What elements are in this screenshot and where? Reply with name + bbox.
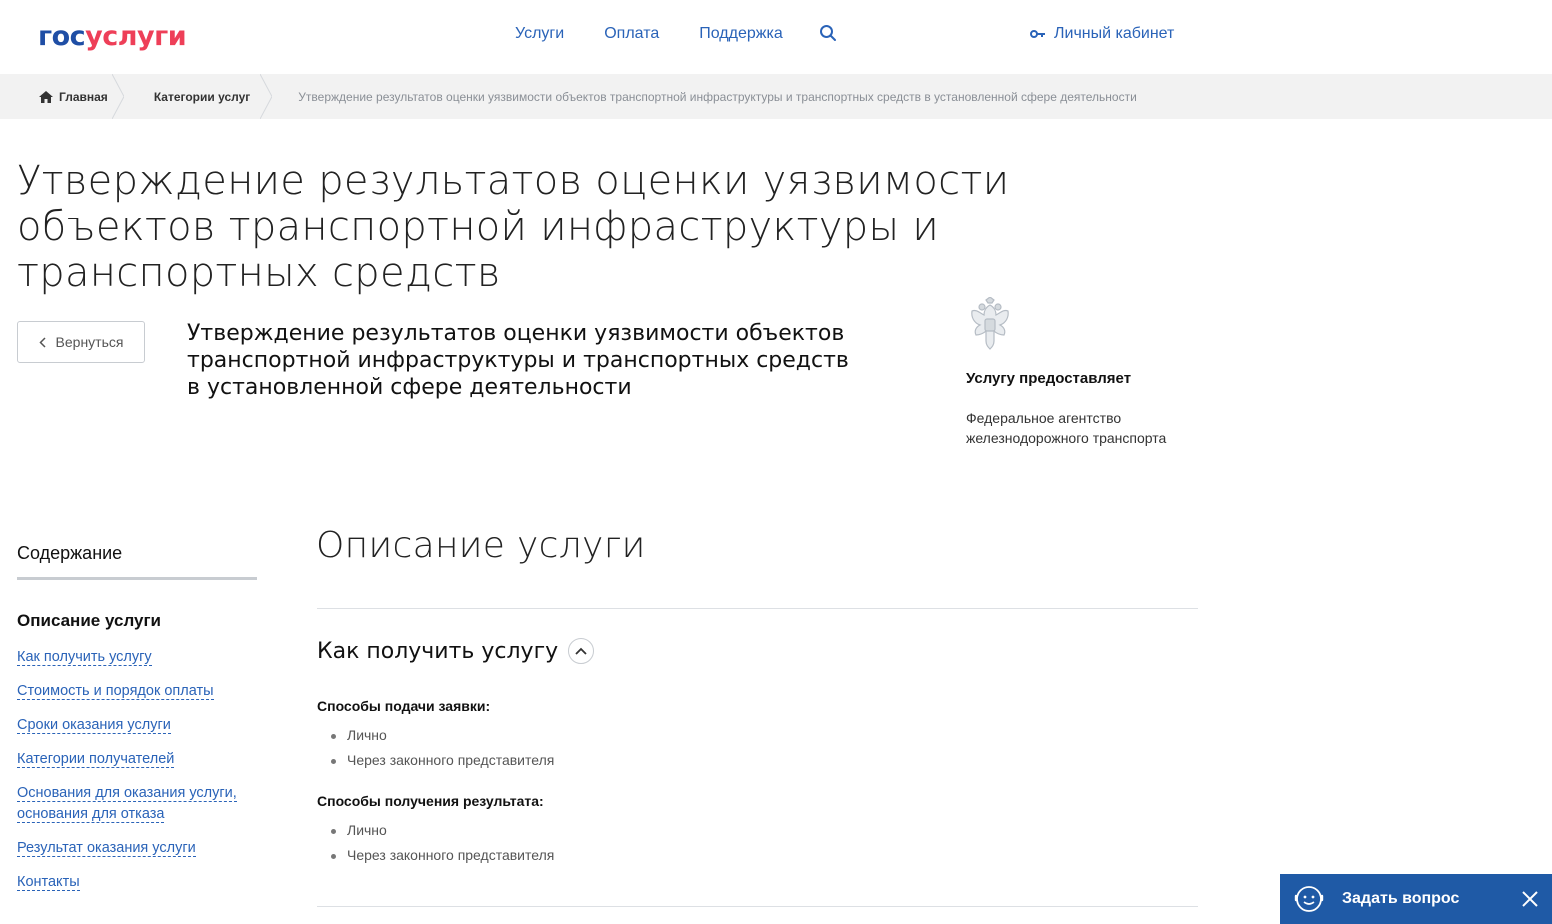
nav-services[interactable]: Услуги <box>515 24 564 44</box>
provider-name: Федеральное агентство железнодорожного т… <box>966 410 1167 446</box>
contents-divider <box>17 577 257 580</box>
nav-payment[interactable]: Оплата <box>604 24 659 44</box>
list-item: Контакты <box>17 872 267 893</box>
search-icon[interactable] <box>819 24 839 44</box>
submission-methods-heading: Способы подачи заявки: <box>317 698 491 714</box>
breadcrumb-home-label: Главная <box>59 89 108 104</box>
contents-link-cost[interactable]: Стоимость и порядок оплаты <box>17 683 214 700</box>
close-icon[interactable] <box>1520 889 1540 909</box>
contents-current-item: Описание услуги <box>17 611 162 630</box>
service-name: Утверждение результатов оценки уязвимост… <box>187 321 849 400</box>
list-item: Сроки оказания услуги <box>17 715 267 736</box>
ask-question-widget[interactable]: Задать вопрос <box>1280 874 1552 924</box>
list-item: Категории получателей <box>17 749 267 770</box>
back-button-label: Вернуться <box>55 334 124 350</box>
home-icon <box>39 90 53 103</box>
contents-link-recipients[interactable]: Категории получателей <box>17 751 175 768</box>
personal-cabinet-link[interactable]: Личный кабинет <box>1030 24 1174 44</box>
breadcrumb-categories-label: Категории услуг <box>153 89 251 104</box>
contents-list: Как получить услугу Стоимость и порядок … <box>17 647 267 906</box>
list-item: Лично <box>330 723 554 748</box>
coat-of-arms-icon <box>971 297 1009 350</box>
logo-part-gos: гос <box>38 21 86 52</box>
contents-link-contacts[interactable]: Контакты <box>17 874 80 891</box>
collapse-toggle[interactable] <box>568 638 595 664</box>
ask-question-label: Задать вопрос <box>1342 890 1460 907</box>
list-item: Через законного представителя <box>330 748 554 773</box>
header: госуслуги Услуги Оплата Поддержка Личный… <box>0 0 1552 74</box>
page-title: Утверждение результатов оценки уязвимост… <box>17 158 1010 296</box>
list-item: Как получить услугу <box>17 647 267 668</box>
chevron-left-icon <box>38 336 46 348</box>
nav-support[interactable]: Поддержка <box>699 24 782 44</box>
list-item: Лично <box>330 818 554 843</box>
breadcrumb-current-label: Утверждение результатов оценки уязвимост… <box>298 89 1137 104</box>
list-item: Результат оказания услуги <box>17 838 267 859</box>
subsection-title: Как получить услугу <box>317 638 559 664</box>
section-title: Описание услуги <box>316 525 646 566</box>
submission-methods-list: Лично Через законного представителя <box>330 723 554 773</box>
cabinet-label: Личный кабинет <box>1054 25 1175 42</box>
gosuslugi-logo[interactable]: госуслуги <box>38 20 187 54</box>
breadcrumb-current: Утверждение результатов оценки уязвимост… <box>272 74 1159 119</box>
breadcrumb-separator <box>111 74 124 119</box>
logo-part-uslugi: услуги <box>85 21 187 52</box>
back-button[interactable]: Вернуться <box>17 321 145 363</box>
list-item: Через законного представителя <box>330 843 554 868</box>
list-item: Основания для оказания услуги, основания… <box>17 783 257 825</box>
support-agent-icon <box>1294 886 1324 912</box>
divider <box>317 608 1198 609</box>
provider-heading: Услугу предоставляет <box>966 370 1132 387</box>
main-nav: Услуги Оплата Поддержка <box>515 24 839 44</box>
breadcrumb: Главная Категории услуг Утверждение резу… <box>0 74 1552 119</box>
result-methods-heading: Способы получения результата: <box>317 793 544 809</box>
list-item: Стоимость и порядок оплаты <box>17 681 267 702</box>
breadcrumb-home[interactable]: Главная <box>0 74 130 119</box>
chevron-up-icon <box>575 647 587 655</box>
contents-link-result[interactable]: Результат оказания услуги <box>17 840 196 857</box>
divider <box>317 906 1198 907</box>
contents-link-terms[interactable]: Сроки оказания услуги <box>17 717 171 734</box>
contents-link-grounds[interactable]: Основания для оказания услуги, основания… <box>17 785 237 823</box>
breadcrumb-separator <box>260 74 273 119</box>
subsection-header[interactable]: Как получить услугу <box>317 638 595 664</box>
contents-title: Содержание <box>17 543 123 563</box>
result-methods-list: Лично Через законного представителя <box>330 818 554 868</box>
contents-link-how-to-get[interactable]: Как получить услугу <box>17 649 152 666</box>
breadcrumb-categories[interactable]: Категории услуг <box>130 74 273 119</box>
key-icon <box>1030 30 1045 38</box>
